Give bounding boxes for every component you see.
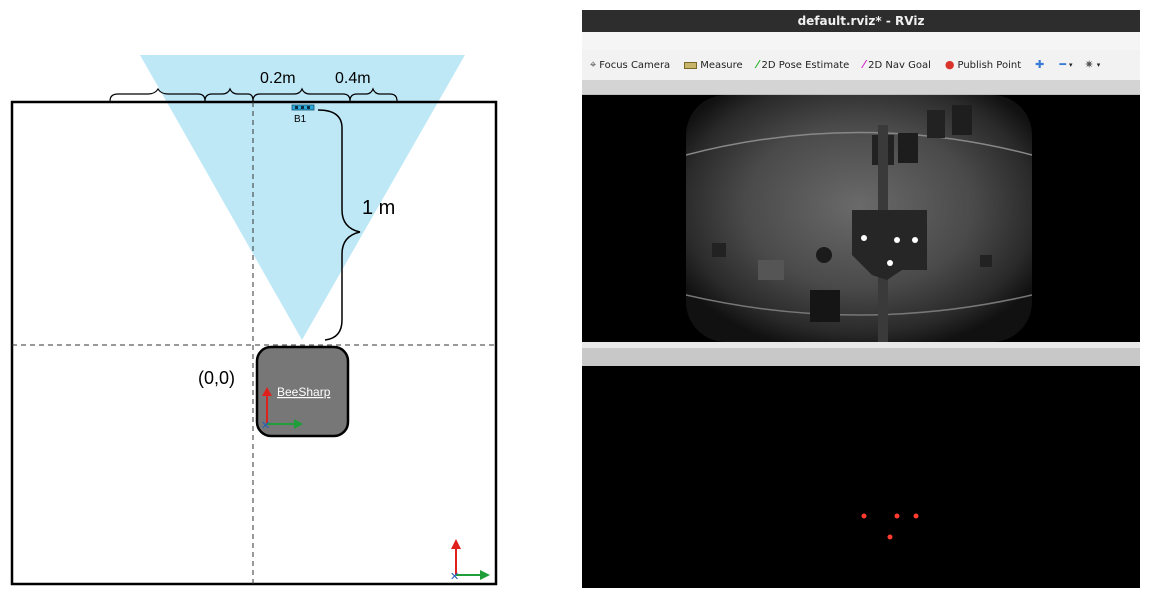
range-label: 1 m xyxy=(362,197,395,219)
beacon-led xyxy=(301,106,304,109)
zoom-tool[interactable]: ━ ▾ xyxy=(1059,58,1073,71)
nav-goal-label: 2D Nav Goal xyxy=(868,59,931,71)
fiducial-marker xyxy=(980,255,992,267)
round-fixture xyxy=(816,247,832,263)
led-blob xyxy=(894,237,900,243)
detected-blob xyxy=(894,513,900,519)
led-blob xyxy=(861,235,867,241)
publish-point-tool[interactable]: ● Publish Point xyxy=(944,58,1022,71)
dark-box xyxy=(810,290,840,322)
detected-blob xyxy=(913,513,919,519)
focus-camera-label: Focus Camera xyxy=(599,59,671,71)
beacon-label: B1 xyxy=(294,114,307,125)
dim-label-small: 0.2m xyxy=(260,70,296,87)
detected-blob xyxy=(861,513,867,519)
equipment-panel xyxy=(758,260,784,280)
pose-estimate-icon: ⁄ xyxy=(756,58,759,71)
pose-estimate-tool[interactable]: ⁄ 2D Pose Estimate xyxy=(756,58,850,71)
focus-camera-icon: ⌖ xyxy=(590,58,597,71)
view-dropdown-icon: ▾ xyxy=(1096,61,1101,69)
pose-estimate-label: 2D Pose Estimate xyxy=(761,59,850,71)
dim-label-large: 0.4m xyxy=(335,70,371,87)
nav-goal-tool[interactable]: ⁄ 2D Nav Goal xyxy=(863,58,931,71)
view-icon: ✷ xyxy=(1084,58,1094,71)
publish-point-label: Publish Point xyxy=(957,59,1022,71)
rviz-window: default.rviz* - RViz ⌖ Focus Camera Meas… xyxy=(582,10,1140,588)
origin-label: (0,0) xyxy=(198,368,235,388)
view-tool[interactable]: ✷ ▾ xyxy=(1084,58,1101,71)
zoom-dropdown-icon: ▾ xyxy=(1068,61,1073,69)
focus-camera-tool[interactable]: ⌖ Focus Camera xyxy=(590,58,671,71)
blob-detection-view[interactable] xyxy=(582,366,1140,588)
panel-hatch xyxy=(898,133,918,163)
robot-label: BeeSharp xyxy=(277,385,331,399)
setup-diagram: 0.2m 0.4m B1 1 m BeeSharp (0,0) ✕ ✕ xyxy=(10,55,498,586)
zoom-icon: ━ xyxy=(1059,58,1066,71)
measure-label: Measure xyxy=(700,59,743,71)
move-icon: ✚ xyxy=(1035,58,1045,71)
measure-tool[interactable]: Measure xyxy=(684,60,743,71)
world-axis-x-arrow xyxy=(480,570,490,580)
panel-hatch xyxy=(952,105,972,135)
menu-strip xyxy=(582,32,1140,51)
world-axis-y-arrow xyxy=(451,539,461,549)
camera-fov xyxy=(140,55,465,340)
panel-separator xyxy=(582,80,1140,95)
robot-axis-z-icon: ✕ xyxy=(261,419,270,432)
detected-blob xyxy=(887,534,893,540)
panel-hatch xyxy=(927,110,945,138)
tools-toolbar: ⌖ Focus Camera Measure ⁄ 2D Pose Estimat… xyxy=(582,50,1140,80)
beacon-led xyxy=(307,106,310,109)
window-titlebar: default.rviz* - RViz xyxy=(582,10,1140,32)
fisheye-scene xyxy=(686,95,1032,342)
view-splitter[interactable] xyxy=(582,342,1140,366)
world-axis-z-icon: ✕ xyxy=(450,570,459,583)
publish-point-icon: ● xyxy=(944,58,955,71)
camera-image-view[interactable] xyxy=(582,95,1140,342)
nav-goal-icon: ⁄ xyxy=(863,58,866,71)
move-tool[interactable]: ✚ xyxy=(1035,58,1047,71)
beacon-led xyxy=(295,106,298,109)
fiducial-marker xyxy=(712,243,726,257)
window-title: default.rviz* - RViz xyxy=(797,14,925,28)
measure-icon xyxy=(684,61,698,69)
led-blob xyxy=(912,237,918,243)
led-blob xyxy=(887,260,893,266)
